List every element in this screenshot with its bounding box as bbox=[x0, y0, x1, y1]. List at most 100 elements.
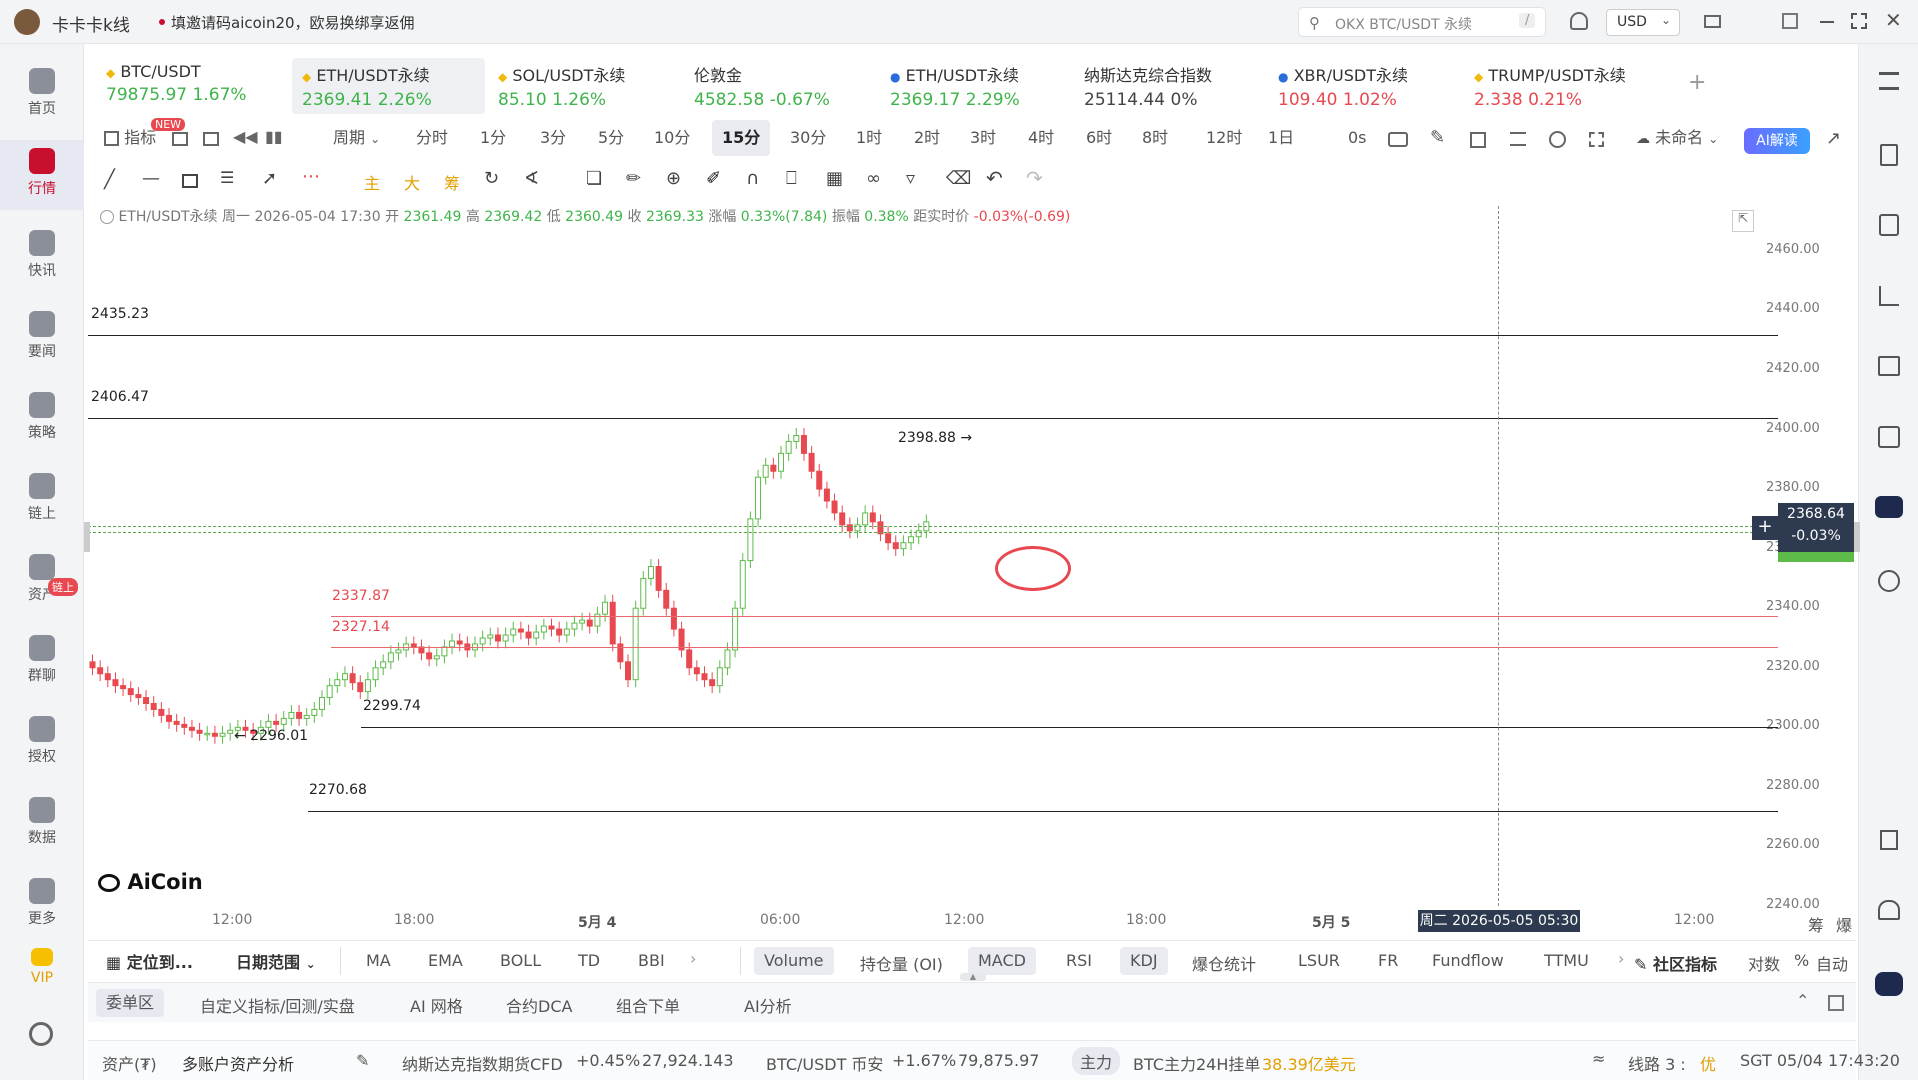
sub-indicator-macd[interactable]: MACD bbox=[968, 947, 1036, 975]
interval-0[interactable]: 分时 bbox=[416, 120, 448, 156]
level-line-2299[interactable] bbox=[361, 727, 1778, 728]
candle-body[interactable] bbox=[127, 688, 134, 696]
candle-body[interactable] bbox=[280, 717, 287, 725]
bookmark-icon[interactable]: ❏ bbox=[586, 168, 602, 189]
interval-9[interactable]: 3时 bbox=[970, 120, 996, 156]
route-label[interactable]: 线路 3 : bbox=[1628, 1051, 1686, 1075]
level-line-2327[interactable] bbox=[331, 647, 1778, 648]
candle-body[interactable] bbox=[204, 732, 211, 736]
level-line-2270[interactable] bbox=[308, 811, 1778, 812]
candle-body[interactable] bbox=[732, 607, 739, 651]
avatar[interactable] bbox=[14, 9, 40, 35]
expand-icon[interactable] bbox=[1589, 132, 1604, 147]
chip-button[interactable]: 筹 bbox=[444, 170, 460, 194]
robot-icon[interactable] bbox=[1875, 496, 1903, 518]
ticker-eth-usdt-perp-2[interactable]: ● ETH/USDT永续 2369.17 2.29% bbox=[880, 58, 1030, 114]
chevron-right-icon[interactable]: › bbox=[690, 949, 696, 968]
candle-body[interactable] bbox=[563, 628, 570, 636]
level-line-2406[interactable] bbox=[88, 418, 1778, 419]
candle-body[interactable] bbox=[586, 619, 593, 627]
ticker-london-gold[interactable]: 伦敦金 4582.58 -0.67% bbox=[684, 58, 840, 114]
candle-body[interactable] bbox=[372, 667, 379, 681]
tab-custom-indicator[interactable]: 自定义指标/回测/实盘 bbox=[200, 993, 355, 1017]
level-line-2337[interactable] bbox=[331, 616, 1778, 617]
tab-combo-order[interactable]: 组合下单 bbox=[616, 993, 680, 1017]
main-indicator-td[interactable]: TD bbox=[578, 951, 600, 970]
nav-more[interactable]: 更多 bbox=[0, 870, 84, 940]
candle-body[interactable] bbox=[173, 720, 180, 725]
chevron-right-icon[interactable]: › bbox=[1618, 949, 1624, 968]
undo-icon[interactable]: ↶ bbox=[986, 166, 1003, 190]
gear-icon[interactable] bbox=[1549, 131, 1566, 148]
add-alert-button[interactable]: + bbox=[1752, 516, 1778, 540]
candle-body[interactable] bbox=[441, 646, 448, 657]
main-force-text[interactable]: BTC主力24H挂单 bbox=[1133, 1051, 1260, 1075]
nav-onchain[interactable]: 链上 bbox=[0, 465, 84, 535]
pen-icon[interactable]: ✎ bbox=[1430, 127, 1445, 148]
ticker-nasdaq[interactable]: 纳斯达克综合指数 25114.44 0% bbox=[1074, 58, 1222, 114]
main-indicator-boll[interactable]: BOLL bbox=[500, 951, 541, 970]
candle-body[interactable] bbox=[479, 637, 486, 645]
horizontal-line-icon[interactable]: — bbox=[142, 168, 160, 189]
candle-body[interactable] bbox=[831, 500, 838, 514]
share-arrow-icon[interactable]: ↗ bbox=[1826, 128, 1841, 149]
chip-distribution-button[interactable]: 筹 bbox=[1808, 912, 1824, 936]
menu-icon[interactable] bbox=[1510, 132, 1526, 146]
log-scale-toggle[interactable]: 对数 bbox=[1748, 951, 1780, 975]
candle-body[interactable] bbox=[800, 435, 807, 454]
candle-body[interactable] bbox=[426, 652, 433, 660]
popout-panel-icon[interactable] bbox=[1828, 995, 1844, 1011]
link-icon[interactable]: ∞ bbox=[866, 168, 881, 189]
candle-body[interactable] bbox=[181, 723, 188, 728]
main-indicator-ema[interactable]: EMA bbox=[428, 951, 463, 970]
status-item2-name[interactable]: BTC/USDT 币安 bbox=[766, 1051, 883, 1075]
big-orders-button[interactable]: 大 bbox=[404, 170, 420, 194]
swap-icon[interactable] bbox=[1878, 570, 1900, 592]
main-overlay-button[interactable]: 主 bbox=[364, 170, 380, 194]
candle-body[interactable] bbox=[625, 661, 631, 681]
candle-body[interactable] bbox=[793, 435, 800, 442]
candle-body[interactable] bbox=[739, 560, 746, 609]
interval-2[interactable]: 3分 bbox=[540, 120, 566, 156]
add-ticker-icon[interactable]: + bbox=[1688, 70, 1706, 95]
candle-body[interactable] bbox=[502, 634, 509, 642]
ticker-xbr-usdt-perp[interactable]: ● XBR/USDT永续 109.40 1.02% bbox=[1268, 58, 1418, 114]
layout-split-icon[interactable] bbox=[172, 132, 188, 146]
main-indicator-ma[interactable]: MA bbox=[366, 951, 391, 970]
nav-market[interactable]: 行情 bbox=[0, 140, 84, 210]
community-indicators-button[interactable]: ✎ 社区指标 bbox=[1634, 951, 1717, 975]
document-icon[interactable] bbox=[1880, 144, 1898, 166]
sub-indicator-ttmu[interactable]: TTMU bbox=[1544, 951, 1589, 970]
trash-icon[interactable]: ⌫ bbox=[946, 168, 971, 189]
locate-button[interactable]: ▦ 定位到... bbox=[106, 949, 193, 973]
interval-3[interactable]: 5分 bbox=[598, 120, 624, 156]
candle-body[interactable] bbox=[341, 673, 348, 681]
layout-grid-icon[interactable] bbox=[203, 132, 219, 146]
nav-auth[interactable]: 授权 bbox=[0, 708, 84, 778]
candle-body[interactable] bbox=[104, 673, 111, 681]
candle-body[interactable] bbox=[785, 440, 792, 454]
assistant-robot-icon[interactable] bbox=[1875, 972, 1903, 996]
candle-body[interactable] bbox=[311, 708, 318, 716]
replay-icon[interactable]: ↻ bbox=[484, 168, 499, 189]
candle-body[interactable] bbox=[548, 625, 555, 630]
candle-body[interactable] bbox=[670, 607, 677, 630]
interval-6[interactable]: 30分 bbox=[790, 120, 826, 156]
lock-icon[interactable]: ⎕ bbox=[786, 168, 797, 189]
main-indicator-bbi[interactable]: BBI bbox=[638, 951, 665, 970]
popout-icon[interactable] bbox=[1782, 13, 1798, 29]
notice-text[interactable]: 填邀请码aicoin20，欧易换绑享返佣 bbox=[171, 12, 415, 33]
interval-8[interactable]: 2时 bbox=[914, 120, 940, 156]
candle-body[interactable] bbox=[196, 729, 203, 734]
tab-contract-dca[interactable]: 合约DCA bbox=[506, 993, 572, 1017]
candle-body[interactable] bbox=[693, 667, 700, 675]
candle-body[interactable] bbox=[364, 679, 371, 693]
edit-icon[interactable]: ✎ bbox=[356, 1051, 369, 1070]
annotation-ellipse[interactable] bbox=[995, 546, 1071, 591]
zoom-in-icon[interactable]: ⊕ bbox=[666, 168, 681, 189]
auto-scale-toggle[interactable]: 自动 bbox=[1816, 951, 1848, 975]
candle-body[interactable] bbox=[716, 667, 723, 687]
tab-orders[interactable]: 委单区 bbox=[96, 989, 165, 1017]
dots-line-icon[interactable]: ⋯ bbox=[302, 166, 320, 187]
candle-body[interactable] bbox=[823, 488, 830, 502]
